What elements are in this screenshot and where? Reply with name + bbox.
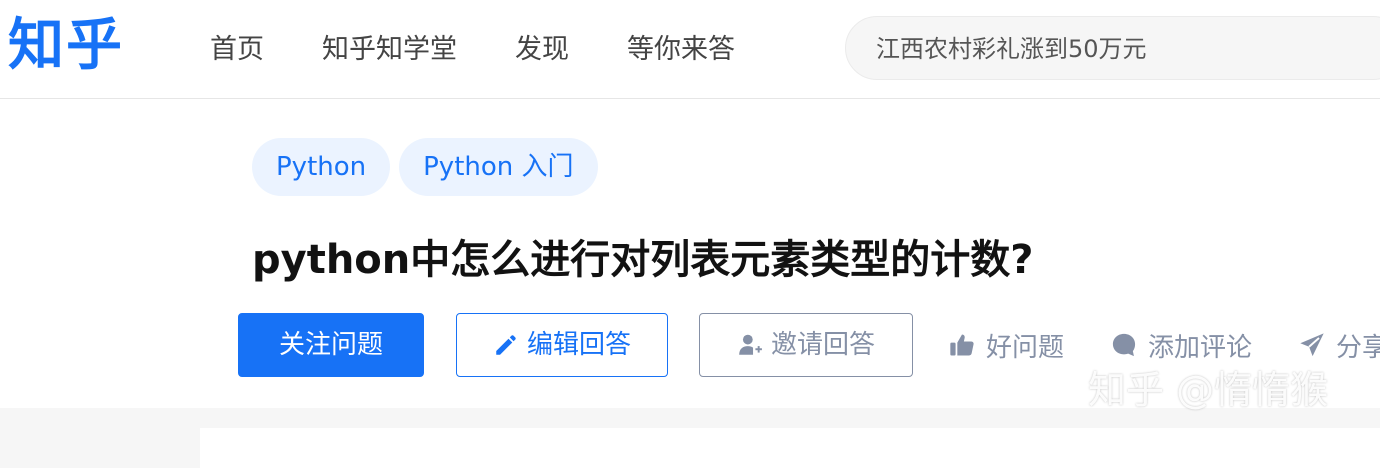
thumbs-up-icon (950, 334, 974, 356)
answers-card (200, 428, 1380, 468)
main-nav: 首页 知乎知学堂 发现 等你来答 (210, 28, 793, 72)
comment-icon (1112, 333, 1136, 357)
edit-answer-button[interactable]: 编辑回答 (456, 313, 668, 377)
invite-answer-button[interactable]: 邀请回答 (699, 313, 913, 377)
topic-tag-python[interactable]: Python (252, 138, 391, 196)
question-header-card: Python Python 入门 python中怎么进行对列表元素类型的计数? … (0, 99, 1380, 408)
question-title: python中怎么进行对列表元素类型的计数? (252, 237, 1034, 283)
good-question-button[interactable]: 好问题 (948, 313, 1064, 377)
follow-question-label: 关注问题 (278, 330, 383, 360)
search-input[interactable]: 江西农村彩礼涨到50万元 (845, 16, 1380, 80)
invite-user-icon (739, 334, 762, 355)
zhihu-logo[interactable]: 知乎 (8, 12, 124, 80)
nav-home[interactable]: 首页 (210, 28, 264, 72)
good-question-label: 好问题 (986, 332, 1065, 363)
add-comment-label: 添加评论 (1148, 332, 1253, 363)
topic-tag-python-intro[interactable]: Python 入门 (399, 138, 598, 196)
edit-answer-label: 编辑回答 (526, 330, 631, 360)
share-icon (1300, 333, 1324, 357)
pencil-icon (496, 335, 516, 355)
nav-zhixuetang[interactable]: 知乎知学堂 (322, 28, 457, 72)
top-header: 知乎 首页 知乎知学堂 发现 等你来答 江西农村彩礼涨到50万元 (0, 0, 1380, 99)
invite-answer-label: 邀请回答 (770, 330, 875, 360)
topic-tags: Python Python 入门 (252, 138, 607, 196)
nav-waiting-answers[interactable]: 等你来答 (627, 28, 735, 72)
nav-discover[interactable]: 发现 (515, 28, 569, 72)
share-label: 分享 (1336, 332, 1380, 363)
zhihu-author-watermark: 知乎 @惰惰猴 (1088, 368, 1329, 412)
follow-question-button[interactable]: 关注问题 (238, 313, 424, 377)
search-placeholder: 江西农村彩礼涨到50万元 (876, 35, 1147, 63)
